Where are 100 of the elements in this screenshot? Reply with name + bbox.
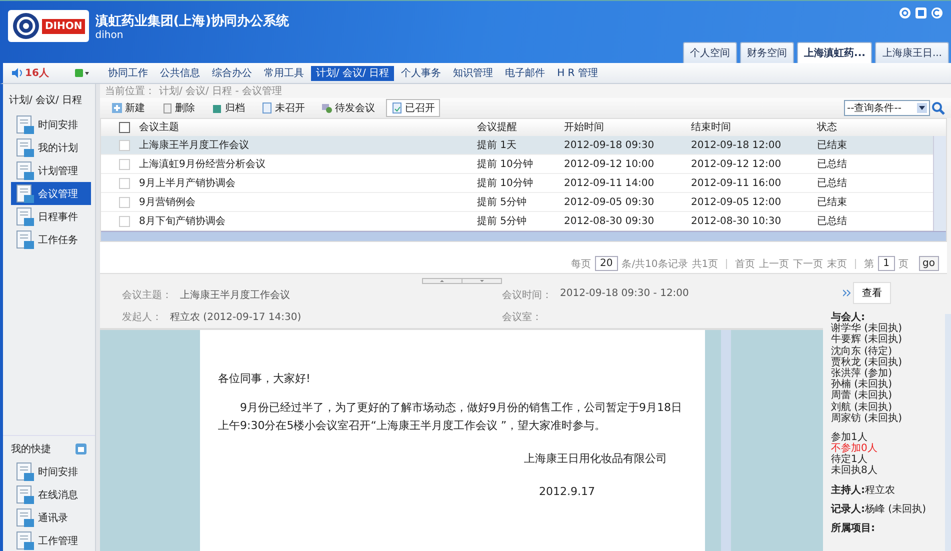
table-cell-text: 上海康王半月度工作会议 [139, 138, 250, 152]
add-shortcut-icon[interactable] [75, 443, 87, 455]
column-header: 会议主题 [139, 120, 180, 134]
pager-label: 每页 [570, 258, 591, 270]
menu-item[interactable]: 公共信息 [155, 66, 205, 80]
menu-item[interactable]: 常用工具 [259, 66, 309, 80]
greeting-text: 各位同事，大家好! [218, 371, 312, 387]
toolbar-button[interactable]: 删除 [156, 99, 200, 117]
table-row[interactable]: 上海康王半月度工作会议 提前 1天 2012-09-18 09:30 2012-09-18 12:00 已结束 [101, 136, 933, 155]
attendee-text: 张洪萍 (参加) [831, 368, 893, 379]
date-text: 2012.9.17 [538, 484, 596, 500]
refresh-icon[interactable] [899, 7, 911, 19]
status-icon[interactable] [75, 68, 89, 78]
field-value: 2012-09-18 09:30 - 12:00 [560, 288, 689, 301]
attendee-text: 沈向东 (待定) [831, 346, 892, 357]
table-cell-text: 提前 1天 [477, 139, 518, 152]
page-number-field[interactable]: 1 [878, 256, 895, 271]
table-cell-text: 2012-09-12 10:00 [564, 158, 656, 170]
page-size-field[interactable]: 20 [594, 256, 618, 271]
body-text: 9月份已经过半了，为了更好的了解市场动态，做好9月份的销售工作，公司暂定于9月18日上午9:30分在5楼小会议室召开“上海康王半月度工作会议 ”，望大家准时参与。 [218, 400, 683, 434]
logo-text: DIHON [42, 18, 86, 34]
horizontal-scrollbar[interactable] [101, 231, 946, 241]
page-count: 共1页 [692, 258, 718, 270]
view-button[interactable]: 查看 [853, 282, 891, 304]
toolbar-button[interactable]: 新建 [106, 99, 150, 117]
menu-item[interactable]: 综合办公 [207, 66, 257, 80]
toolbar-button[interactable]: 待发会议 [316, 99, 380, 117]
shortcuts-title: 我的快捷 [11, 442, 51, 456]
document-icon [15, 206, 35, 226]
table-row[interactable]: 9月营销例会 提前 5分钟 2012-09-05 09:30 2012-09-05 12:00 已结束 [101, 193, 933, 212]
pager-link[interactable]: 下一页 [793, 256, 824, 270]
table-row[interactable]: 9月上半月产销协调会 提前 10分钟 2012-09-11 14:00 2012-09-11 16:00 已总结 [101, 174, 933, 193]
field-label: 发起人： [122, 310, 162, 324]
table-row[interactable]: 上海滇虹9月份经营分析会议 提前 10分钟 2012-09-12 10:00 2012-09-12 12:00 已总结 [101, 155, 933, 174]
app-subtitle: dihon [95, 30, 124, 41]
document-icon [15, 138, 35, 158]
space-tab[interactable]: 上海滇虹药... [797, 42, 872, 63]
sidebar-item[interactable]: 时间安排 [11, 113, 91, 136]
search-condition-select[interactable]: --查询条件-- [844, 100, 930, 116]
table-cell-text: 2012-08-30 09:30 [564, 216, 656, 226]
speaker-icon [11, 68, 23, 78]
document-icon [15, 484, 35, 504]
sidebar-item[interactable]: 日程事件 [11, 205, 91, 228]
shortcut-item[interactable]: 在线消息 [11, 483, 91, 506]
checkbox[interactable] [119, 122, 130, 132]
vertical-scrollbar[interactable] [721, 330, 731, 551]
vertical-scrollbar[interactable] [933, 136, 946, 231]
checked-document-icon [391, 102, 403, 114]
toolbar-button[interactable]: 归档 [206, 99, 250, 117]
splitter-handle-icon[interactable] [422, 278, 502, 284]
info-value: 程立农 [865, 484, 895, 496]
shortcut-item[interactable]: 通讯录 [11, 506, 91, 529]
shortcut-item[interactable]: 工作管理 [11, 529, 91, 551]
column-header: 状态 [817, 120, 838, 134]
pager-link[interactable]: 末页 [827, 256, 848, 270]
document-icon [15, 184, 35, 204]
table-cell-text: 2012-09-05 09:30 [564, 196, 656, 208]
field-label: 会议主题： [122, 288, 172, 302]
pager-label: 第 [864, 258, 874, 270]
sidebar-item[interactable]: 计划管理 [11, 159, 91, 182]
table-cell-text: 2012-09-11 16:00 [691, 178, 782, 188]
shortcut-item[interactable]: 时间安排 [11, 460, 91, 483]
go-button[interactable]: go [918, 256, 939, 271]
table-cell-text: 提前 5分钟 [477, 196, 528, 209]
search-icon[interactable] [932, 102, 945, 114]
document-icon [15, 160, 35, 180]
table-cell-text: 提前 5分钟 [477, 214, 528, 228]
signature-text: 上海康王日用化妆品有限公司 [523, 451, 668, 468]
sidebar-item[interactable]: 工作任务 [11, 228, 91, 251]
attendee-text: 谢学华 (未回执) [831, 323, 903, 334]
add-document-icon [111, 102, 123, 114]
space-tab[interactable]: 财务空间 [740, 42, 794, 63]
toolbar-button[interactable]: 未召开 [256, 99, 310, 117]
menu-item[interactable]: H R 管理 [552, 66, 603, 80]
document-icon[interactable] [915, 7, 927, 19]
space-tab[interactable]: 上海康王日... [875, 42, 949, 63]
table-cell-text: 已总结 [817, 176, 848, 190]
toolbar-button[interactable]: 已召开 [386, 99, 440, 117]
column-header: 开始时间 [564, 120, 605, 134]
pager-link[interactable]: 上一页 [759, 256, 790, 270]
sidebar-item[interactable]: 会议管理 [11, 182, 91, 205]
pager-link[interactable]: 首页 [735, 256, 756, 270]
table-cell-text: 上海滇虹9月份经营分析会议 [139, 158, 266, 171]
table-cell-text: 2012-09-18 12:00 [691, 140, 782, 150]
menu-item[interactable]: 协同工作 [103, 66, 153, 80]
menu-item[interactable]: 个人事务 [396, 66, 446, 80]
menu-item[interactable]: 电子邮件 [500, 66, 550, 80]
breadcrumb-path: 计划/ 会议/ 日程 - 会议管理 [159, 84, 282, 98]
online-count[interactable]: 16人 [25, 66, 49, 80]
field-value: 上海康王半月度工作会议 [180, 288, 290, 302]
space-tab[interactable]: 个人空间 [683, 42, 738, 63]
table-cell-text: 8月下旬产销协调会 [139, 214, 226, 228]
menu-item[interactable]: 知识管理 [448, 66, 498, 80]
reply-count: 待定1人 [831, 454, 868, 466]
table-cell-text: 2012-09-05 12:00 [691, 196, 782, 208]
sidebar-item[interactable]: 我的计划 [11, 136, 91, 159]
info-value: 杨峰 (未回执) [865, 504, 926, 515]
table-cell-text: 2012-09-18 09:30 [564, 140, 656, 150]
menu-item[interactable]: 计划/ 会议/ 日程 [311, 66, 394, 80]
pager-label: 页 [898, 258, 909, 270]
